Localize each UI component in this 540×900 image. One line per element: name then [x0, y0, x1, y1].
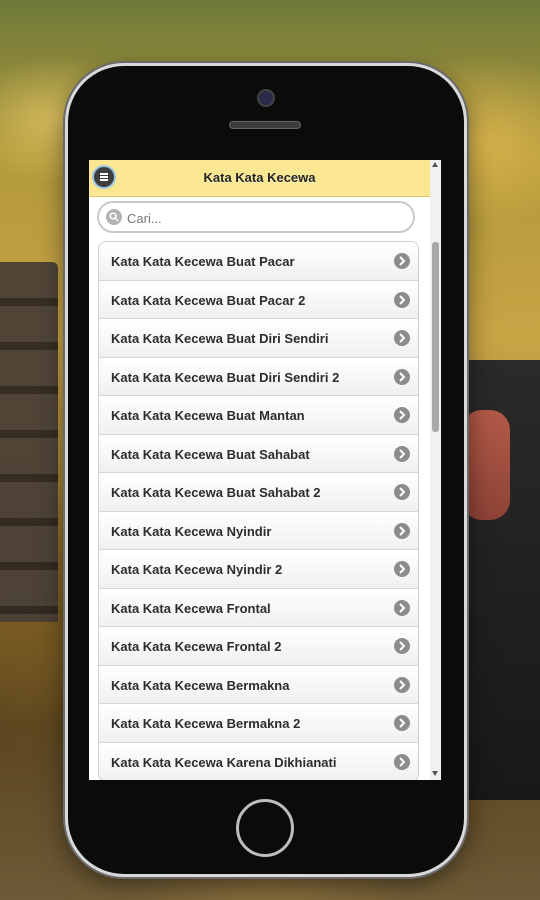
- scrollbar[interactable]: [430, 160, 441, 780]
- list-item[interactable]: Kata Kata Kecewa Bermakna 2: [99, 704, 418, 743]
- chevron-right-icon: [394, 753, 410, 770]
- list-item[interactable]: Kata Kata Kecewa Buat Pacar 2: [99, 280, 418, 319]
- scroll-down-arrow-icon[interactable]: [432, 771, 438, 776]
- list-item-label: Kata Kata Kecewa Buat Diri Sendiri 2: [111, 369, 340, 385]
- list-item[interactable]: Kata Kata Kecewa Karena Dikhianati: [99, 742, 418, 780]
- hand-image: [462, 410, 510, 520]
- list-item[interactable]: Kata Kata Kecewa Nyindir 2: [99, 550, 418, 589]
- list-item-label: Kata Kata Kecewa Buat Pacar 2: [111, 292, 306, 308]
- list-item-label: Kata Kata Kecewa Frontal: [111, 600, 271, 616]
- list-item[interactable]: Kata Kata Kecewa Frontal: [99, 588, 418, 627]
- search-input[interactable]: [125, 208, 409, 228]
- scroll-up-arrow-icon[interactable]: [432, 162, 438, 167]
- chevron-right-icon: [394, 330, 410, 346]
- chevron-right-icon: [394, 407, 410, 423]
- list-item-label: Kata Kata Kecewa Karena Dikhianati: [111, 754, 337, 770]
- search-icon: [106, 209, 122, 225]
- chevron-right-icon: [394, 522, 410, 539]
- chevron-right-icon: [394, 715, 410, 731]
- list-item[interactable]: Kata Kata Kecewa Buat Diri Sendiri 2: [99, 357, 418, 396]
- front-camera: [257, 89, 275, 107]
- chevron-right-icon: [394, 445, 410, 462]
- list-item-label: Kata Kata Kecewa Buat Sahabat 2: [111, 485, 321, 500]
- scroll-thumb[interactable]: [432, 242, 439, 432]
- chevron-right-icon: [394, 638, 410, 654]
- chevron-right-icon: [394, 561, 410, 577]
- chevron-right-icon: [394, 484, 410, 500]
- chevron-right-icon: [394, 291, 410, 308]
- list-item-label: Kata Kata Kecewa Nyindir: [111, 523, 272, 539]
- list-item[interactable]: Kata Kata Kecewa Buat Diri Sendiri: [99, 319, 418, 358]
- list-item-label: Kata Kata Kecewa Buat Sahabat: [111, 446, 310, 462]
- home-button[interactable]: [236, 799, 294, 857]
- list-item-label: Kata Kata Kecewa Frontal 2: [111, 639, 282, 654]
- chevron-right-icon: [394, 676, 410, 693]
- list-item[interactable]: Kata Kata Kecewa Buat Mantan: [99, 396, 418, 435]
- item-list: Kata Kata Kecewa Buat Pacar Kata Kata Kec…: [98, 241, 419, 780]
- list-item[interactable]: Kata Kata Kecewa Bermakna: [99, 665, 418, 704]
- list-item-label: Kata Kata Kecewa Buat Pacar: [111, 254, 295, 269]
- list-item[interactable]: Kata Kata Kecewa Nyindir: [99, 511, 418, 550]
- list-item-label: Kata Kata Kecewa Nyindir 2: [111, 562, 283, 577]
- list-item[interactable]: Kata Kata Kecewa Buat Sahabat: [99, 434, 418, 473]
- chevron-right-icon: [394, 599, 410, 616]
- list-item[interactable]: Kata Kata Kecewa Frontal 2: [99, 627, 418, 666]
- list-item-label: Kata Kata Kecewa Buat Diri Sendiri: [111, 331, 329, 346]
- list-item-label: Kata Kata Kecewa Buat Mantan: [111, 408, 305, 423]
- earpiece-speaker: [229, 121, 301, 129]
- list-item[interactable]: Kata Kata Kecewa Buat Pacar: [99, 242, 418, 281]
- chevron-right-icon: [394, 368, 410, 385]
- app-header: Kata Kata Kecewa: [89, 160, 430, 197]
- list-item-label: Kata Kata Kecewa Bermakna 2: [111, 716, 301, 731]
- chevron-right-icon: [394, 253, 410, 269]
- page-title: Kata Kata Kecewa: [203, 170, 316, 185]
- app-screen: Kata Kata Kecewa Kata Kata Kecewa Buat P…: [89, 160, 441, 780]
- bench-image: [0, 262, 58, 622]
- search-box[interactable]: [97, 201, 415, 233]
- list-item-label: Kata Kata Kecewa Bermakna: [111, 677, 290, 693]
- list-item[interactable]: Kata Kata Kecewa Buat Sahabat 2: [99, 473, 418, 512]
